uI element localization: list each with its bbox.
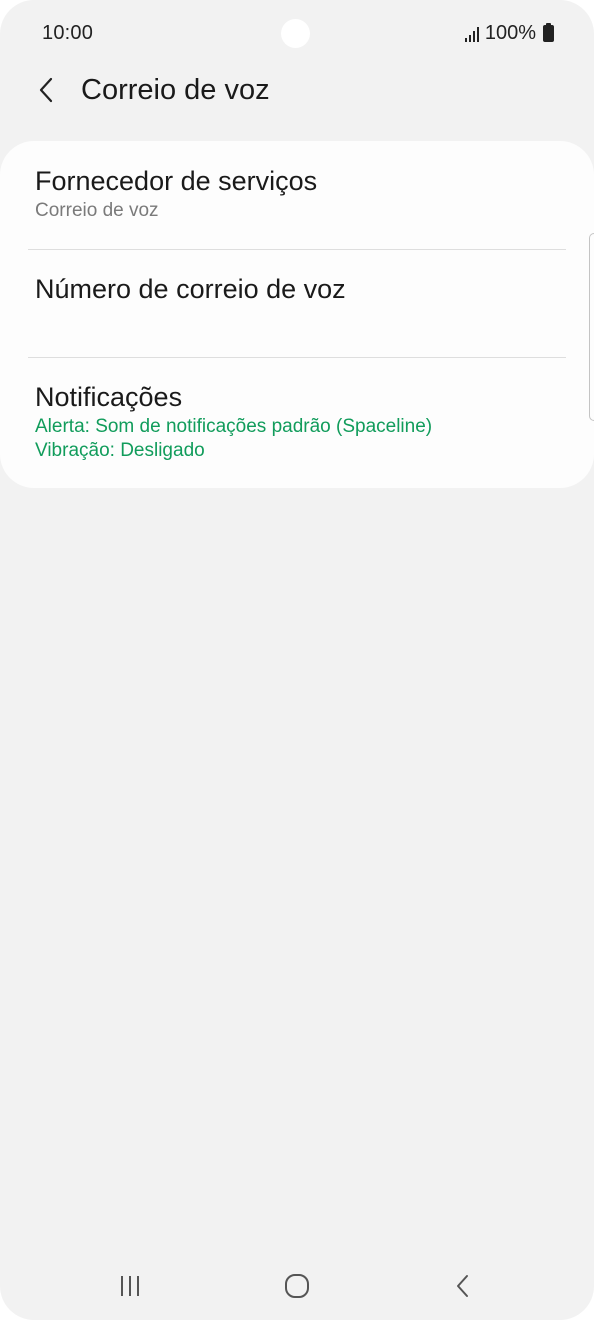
vibration-status: Vibração: Desligado (35, 440, 205, 461)
voicemail-number-item[interactable]: Número de correio de voz (0, 273, 594, 357)
front-camera-cutout (281, 19, 310, 48)
item-subtitle: Correio de voz (35, 200, 159, 221)
divider (28, 357, 566, 358)
recent-apps-button[interactable] (100, 1264, 160, 1308)
home-icon (285, 1274, 309, 1298)
battery-percentage: 100% (484, 22, 536, 44)
scroll-indicator[interactable] (589, 233, 594, 421)
home-button[interactable] (267, 1264, 327, 1308)
back-icon (457, 1275, 468, 1297)
navigation-bar (0, 1250, 594, 1320)
recent-apps-icon (121, 1276, 139, 1296)
service-provider-item[interactable]: Fornecedor de serviços Correio de voz (0, 165, 594, 249)
status-indicators: 100% (464, 22, 554, 45)
phone-screen: 10:00 100% Correio de voz Fornecedor de … (0, 0, 594, 1320)
status-bar: 10:00 100% (0, 0, 594, 68)
app-header: Correio de voz (0, 60, 594, 120)
battery-icon (543, 23, 554, 42)
settings-card: Fornecedor de serviços Correio de voz Nú… (0, 141, 594, 488)
item-title: Número de correio de voz (35, 274, 346, 304)
signal-icon (464, 26, 479, 42)
back-nav-button[interactable] (433, 1264, 493, 1308)
item-title: Fornecedor de serviços (35, 166, 318, 196)
page-title: Correio de voz (81, 74, 270, 106)
item-title: Notificações (35, 382, 183, 412)
chevron-left-icon (39, 77, 53, 103)
divider (28, 249, 566, 250)
status-time: 10:00 (42, 22, 94, 44)
back-button[interactable] (26, 70, 66, 110)
alert-sound-status: Alerta: Som de notificações padrão (Spac… (35, 416, 433, 437)
notifications-item[interactable]: Notificações Alerta: Som de notificações… (0, 381, 594, 471)
